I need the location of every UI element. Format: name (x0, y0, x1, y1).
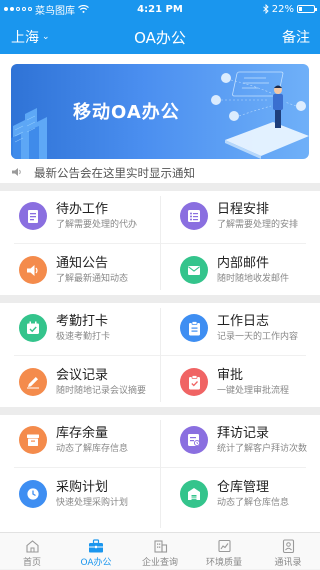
tile-subtitle: 动态了解库存信息 (56, 443, 129, 454)
tile-subtitle: 随时随地记录会议摘要 (56, 385, 147, 396)
tile-title: 工作日志 (217, 313, 270, 329)
tile-subtitle: 统计了解客户拜访次数 (217, 443, 308, 454)
tile-title: 会议记录 (56, 367, 109, 383)
tile-inventory[interactable]: 库存余量 动态了解库存信息 (0, 415, 160, 465)
approval-icon (180, 368, 208, 396)
column-separator (160, 196, 161, 290)
section-divider (0, 407, 320, 415)
tile-visit-records[interactable]: 拜访记录 统计了解客户拜访次数 (160, 415, 320, 465)
tile-subtitle: 动态了解仓库信息 (217, 497, 290, 508)
tile-subtitle: 了解最新通知动态 (56, 273, 129, 284)
clipboard-icon (180, 314, 208, 342)
home-icon (0, 535, 64, 553)
page-title: OA办公 (134, 29, 186, 47)
tile-internal-mail[interactable]: 内部邮件 随时随地收发邮件 (160, 245, 320, 295)
tile-text: 内部邮件 随时随地收发邮件 (217, 256, 289, 285)
tile-purchase-plan[interactable]: 采购计划 快速处理采购计划 (0, 469, 160, 519)
tile-text: 工作日志 记录一天的工作内容 (217, 314, 298, 343)
tile-todo-work[interactable]: 待办工作 了解需要处理的代办 (0, 191, 160, 241)
tab-label: 环境质量 (205, 558, 242, 568)
tile-announcements[interactable]: 通知公告 了解最新通知动态 (0, 245, 160, 295)
tile-subtitle: 了解需要处理的代办 (56, 219, 138, 230)
tile-title: 拜访记录 (217, 425, 270, 441)
tile-text: 通知公告 了解最新通知动态 (56, 256, 128, 285)
tile-text: 仓库管理 动态了解仓库信息 (217, 480, 289, 509)
tile-title: 日程安排 (217, 201, 270, 217)
tile-title: 考勤打卡 (56, 313, 109, 329)
environment-icon (192, 535, 256, 553)
tile-title: 内部邮件 (217, 255, 270, 271)
banner[interactable]: 移动OA办公 (11, 64, 309, 159)
visit-record-icon (180, 426, 208, 454)
nav-bar: 上海 ⌄ OA办公 备注 (0, 18, 320, 54)
schedule-list-icon (180, 202, 208, 230)
tile-text: 日程安排 了解需要处理的安排 (217, 202, 298, 231)
tile-title: 采购计划 (56, 479, 109, 495)
tile-title: 通知公告 (56, 255, 109, 271)
tile-title: 仓库管理 (217, 479, 270, 495)
tile-subtitle: 快速处理采购计划 (56, 497, 129, 508)
battery-icon (297, 5, 317, 13)
tile-approval[interactable]: 审批 一键处理审批流程 (160, 357, 320, 407)
status-bar: 菜鸟图库 4:21 PM 22% (0, 0, 320, 18)
tile-text: 库存余量 动态了解库存信息 (56, 426, 128, 455)
mail-icon (180, 256, 208, 284)
tile-subtitle: 记录一天的工作内容 (217, 331, 299, 342)
inventory-box-icon (19, 426, 47, 454)
tab-label: 首页 (22, 558, 41, 568)
tile-title: 待办工作 (56, 201, 109, 217)
notes-button[interactable]: 备注 (282, 27, 310, 47)
tile-subtitle: 极速考勤打卡 (56, 331, 111, 342)
briefcase-icon (64, 535, 128, 553)
status-right: 22% (262, 3, 317, 15)
tab-home[interactable]: 首页 (0, 533, 64, 570)
todo-doc-icon (19, 202, 47, 230)
bluetooth-icon (262, 4, 269, 14)
tile-schedule[interactable]: 日程安排 了解需要处理的安排 (160, 191, 320, 241)
tab-environment-quality[interactable]: 环境质量 (192, 533, 256, 570)
tile-text: 待办工作 了解需要处理的代办 (56, 202, 137, 231)
tile-title: 库存余量 (56, 425, 109, 441)
speaker-icon (12, 167, 26, 180)
tab-label: 通讯录 (274, 558, 302, 568)
tile-text: 采购计划 快速处理采购计划 (56, 480, 128, 509)
notice-bar[interactable]: 最新公告会在这里实时显示通知 (0, 163, 320, 183)
tile-work-log[interactable]: 工作日志 记录一天的工作内容 (160, 303, 320, 353)
tab-contacts[interactable]: 通讯录 (256, 533, 320, 570)
tile-attendance[interactable]: 考勤打卡 极速考勤打卡 (0, 303, 160, 353)
tile-subtitle: 一键处理审批流程 (217, 385, 290, 396)
speaker-icon (19, 256, 47, 284)
tile-text: 会议记录 随时随地记录会议摘要 (56, 368, 146, 397)
tile-warehouse[interactable]: 仓库管理 动态了解仓库信息 (160, 469, 320, 519)
warehouse-icon (180, 480, 208, 508)
tile-subtitle: 了解需要处理的安排 (217, 219, 299, 230)
pencil-icon (19, 368, 47, 396)
tab-company-search[interactable]: 企业查询 (128, 533, 192, 570)
calendar-check-icon (19, 314, 47, 342)
section-divider (0, 183, 320, 191)
contacts-icon (256, 535, 320, 553)
tile-text: 审批 一键处理审批流程 (217, 368, 289, 397)
notice-text: 最新公告会在这里实时显示通知 (34, 166, 195, 180)
column-separator (160, 420, 161, 528)
tile-title: 审批 (217, 367, 244, 383)
tab-oa-office[interactable]: OA办公 (64, 533, 128, 570)
column-separator (160, 308, 161, 402)
building-icon (128, 535, 192, 553)
tile-text: 考勤打卡 极速考勤打卡 (56, 314, 110, 343)
banner-title: 移动OA办公 (73, 102, 180, 123)
battery-percent: 22% (271, 3, 294, 15)
tile-meeting-notes[interactable]: 会议记录 随时随地记录会议摘要 (0, 357, 160, 407)
tile-text: 拜访记录 统计了解客户拜访次数 (217, 426, 307, 455)
tab-label: OA办公 (80, 558, 112, 568)
purchase-plan-icon (19, 480, 47, 508)
section-divider (0, 295, 320, 303)
tile-subtitle: 随时随地收发邮件 (217, 273, 290, 284)
tab-bar: 首页 OA办公 企业查询 环境质量 通讯录 (0, 532, 320, 569)
tab-label: 企业查询 (141, 558, 178, 568)
